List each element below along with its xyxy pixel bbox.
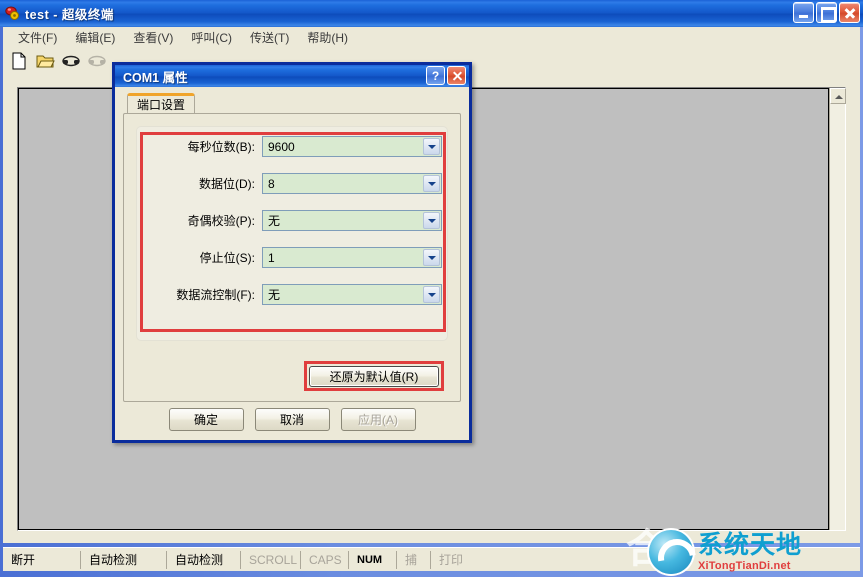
label-stop-bits: 停止位(S): [199, 251, 255, 265]
value-data-bits: 8 [268, 176, 275, 191]
dialog-window-controls: ? [426, 66, 466, 85]
chevron-down-icon[interactable] [423, 249, 440, 266]
status-caps: CAPS [301, 550, 349, 569]
scroll-up-arrow-icon[interactable] [830, 88, 846, 104]
select-parity[interactable]: 无 [262, 210, 442, 231]
label-bits-per-second: 每秒位数(B): [187, 140, 255, 154]
terminal-scrollbar[interactable] [829, 88, 846, 530]
field-row-flow-control: 数据流控制(F): 无 [144, 284, 442, 305]
chevron-down-icon[interactable] [423, 286, 440, 303]
open-folder-icon[interactable] [35, 52, 55, 70]
chevron-down-icon[interactable] [423, 212, 440, 229]
dialog-body: 端口设置 每秒位数(B): 9600 数据位(D): 8 奇偶校验(P): 无 … [115, 87, 469, 440]
select-flow-control[interactable]: 无 [262, 284, 442, 305]
maximize-icon[interactable] [816, 2, 837, 23]
menu-item-help[interactable]: 帮助(H) [298, 27, 357, 48]
field-row-parity: 奇偶校验(P): 无 [144, 210, 442, 231]
status-connection: 断开 [3, 550, 81, 569]
select-stop-bits[interactable]: 1 [262, 247, 442, 268]
window-titlebar: test - 超级终端 [0, 0, 863, 27]
apply-button: 应用(A) [340, 408, 416, 431]
call-phone-icon[interactable] [61, 52, 81, 70]
new-document-icon[interactable] [9, 52, 29, 70]
dialog-title: COM1 属性 [123, 70, 188, 85]
menubar: 文件(F) 编辑(E) 查看(V) 呼叫(C) 传送(T) 帮助(H) [3, 27, 860, 48]
restore-defaults-button[interactable]: 还原为默认值(R) [309, 366, 439, 387]
watermark-en: XiTongTianDi.net [698, 559, 791, 572]
hyperterminal-window: test - 超级终端 文件(F) 编辑(E) 查看(V) 呼叫(C) 传送(T… [0, 0, 863, 577]
hyperterminal-phone-icon [4, 5, 21, 22]
label-data-bits: 数据位(D): [199, 177, 255, 191]
status-autodetect-2: 自动检测 [167, 550, 241, 569]
field-row-stop-bits: 停止位(S): 1 [144, 247, 442, 268]
chevron-down-icon[interactable] [423, 175, 440, 192]
select-data-bits[interactable]: 8 [262, 173, 442, 194]
window-title: test - 超级终端 [25, 8, 114, 22]
status-print: 打印 [439, 553, 464, 567]
help-icon[interactable]: ? [426, 66, 445, 85]
watermark: 合 系统天地 XiTongTianDi.net [626, 526, 859, 575]
close-icon[interactable] [839, 2, 860, 23]
value-stop-bits: 1 [268, 250, 275, 265]
menu-item-file[interactable]: 文件(F) [9, 27, 66, 48]
dialog-titlebar: COM1 属性 ? [115, 65, 469, 87]
minimize-icon[interactable] [793, 2, 814, 23]
screenshot-root: test - 超级终端 文件(F) 编辑(E) 查看(V) 呼叫(C) 传送(T… [0, 0, 863, 577]
menu-item-edit[interactable]: 编辑(E) [66, 27, 124, 48]
watermark-cn: 系统天地 [698, 530, 803, 559]
dialog-close-icon[interactable] [447, 66, 466, 85]
menu-item-view[interactable]: 查看(V) [124, 27, 182, 48]
menu-item-transfer[interactable]: 传送(T) [241, 27, 298, 48]
select-bits-per-second[interactable]: 9600 [262, 136, 442, 157]
value-bits-per-second: 9600 [268, 139, 295, 154]
window-controls [793, 2, 860, 23]
dialog-footer: 确定 取消 应用(A) [123, 408, 461, 432]
tab-panel-port-settings: 每秒位数(B): 9600 数据位(D): 8 奇偶校验(P): 无 停止位(S… [123, 113, 461, 402]
status-autodetect-1: 自动检测 [81, 550, 167, 569]
port-settings-form: 每秒位数(B): 9600 数据位(D): 8 奇偶校验(P): 无 停止位(S… [144, 136, 442, 305]
restore-defaults-area: 还原为默认值(R) [304, 361, 444, 391]
watermark-text: 系统天地 XiTongTianDi.net [698, 532, 802, 573]
chevron-down-icon[interactable] [423, 138, 440, 155]
field-row-data-bits: 数据位(D): 8 [144, 173, 442, 194]
tabstrip: 端口设置 [127, 93, 461, 113]
status-capture: 捕 [397, 550, 431, 569]
value-parity: 无 [268, 214, 281, 228]
value-flow-control: 无 [268, 288, 281, 302]
ok-button[interactable]: 确定 [168, 408, 244, 431]
com1-properties-dialog: COM1 属性 ? 端口设置 每秒位数(B): 9600 数据位(D): 8 奇… [112, 62, 472, 443]
label-flow-control: 数据流控制(F): [176, 288, 255, 302]
cancel-button[interactable]: 取消 [254, 408, 330, 431]
status-scroll: SCROLL [241, 550, 301, 569]
field-row-bits-per-second: 每秒位数(B): 9600 [144, 136, 442, 157]
disconnect-phone-icon [87, 52, 107, 70]
label-parity: 奇偶校验(P): [187, 214, 255, 228]
status-num: NUM [349, 550, 397, 569]
menu-item-call[interactable]: 呼叫(C) [182, 27, 241, 48]
tab-port-settings[interactable]: 端口设置 [127, 93, 196, 113]
watermark-logo-icon [649, 530, 693, 574]
